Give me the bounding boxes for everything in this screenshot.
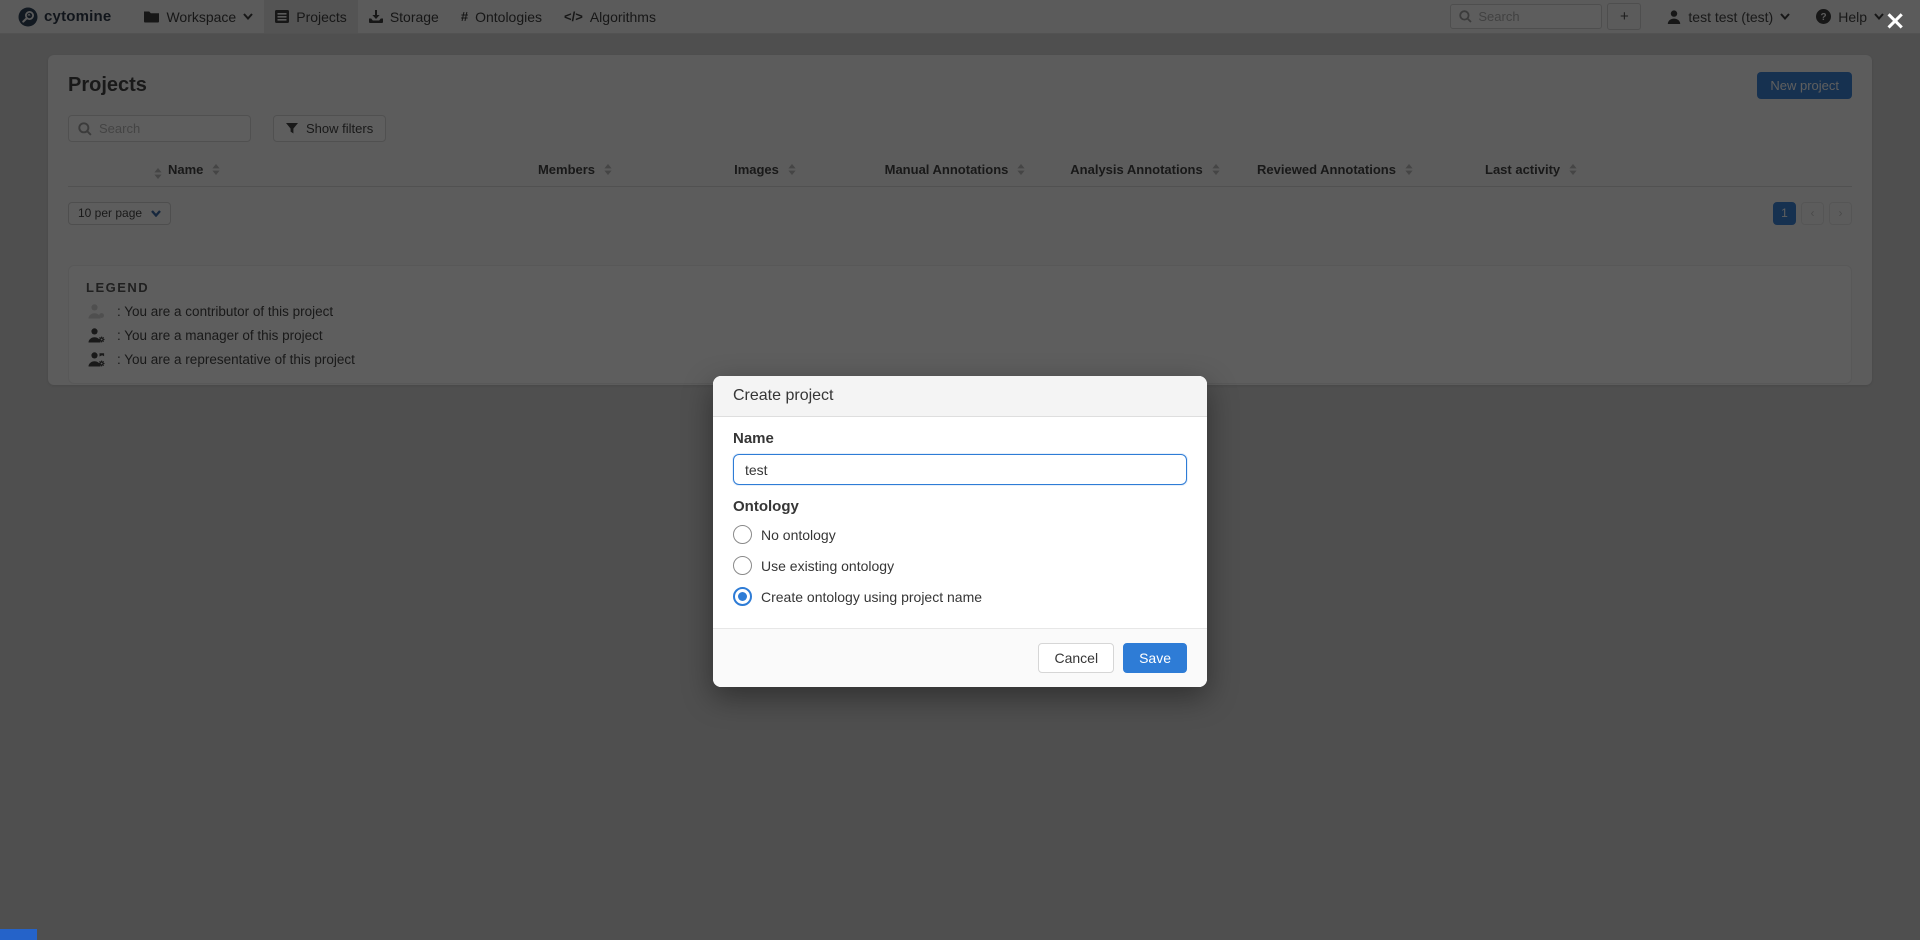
radio-icon [733,587,752,606]
radio-icon [733,556,752,575]
ontology-field-label: Ontology [733,498,1187,515]
radio-label: No ontology [761,527,836,543]
radio-no-ontology[interactable]: No ontology [733,519,1187,550]
radio-icon [733,525,752,544]
radio-use-existing-ontology[interactable]: Use existing ontology [733,550,1187,581]
modal-header: Create project [713,376,1207,417]
radio-create-ontology-from-project-name[interactable]: Create ontology using project name [733,581,1187,612]
modal-title: Create project [733,387,1187,405]
save-button[interactable]: Save [1123,643,1187,673]
radio-label: Use existing ontology [761,558,894,574]
modal-close-icon[interactable]: × [1884,8,1906,34]
name-field-label: Name [733,430,1187,447]
create-project-modal: Create project Name Ontology No ontology… [713,376,1207,687]
modal-body: Name Ontology No ontology Use existing o… [713,417,1207,628]
modal-footer: Cancel Save [713,628,1207,687]
project-name-input[interactable] [733,454,1187,485]
radio-label: Create ontology using project name [761,589,982,605]
cancel-button[interactable]: Cancel [1038,643,1114,673]
bottom-left-blue-bar [0,929,37,940]
